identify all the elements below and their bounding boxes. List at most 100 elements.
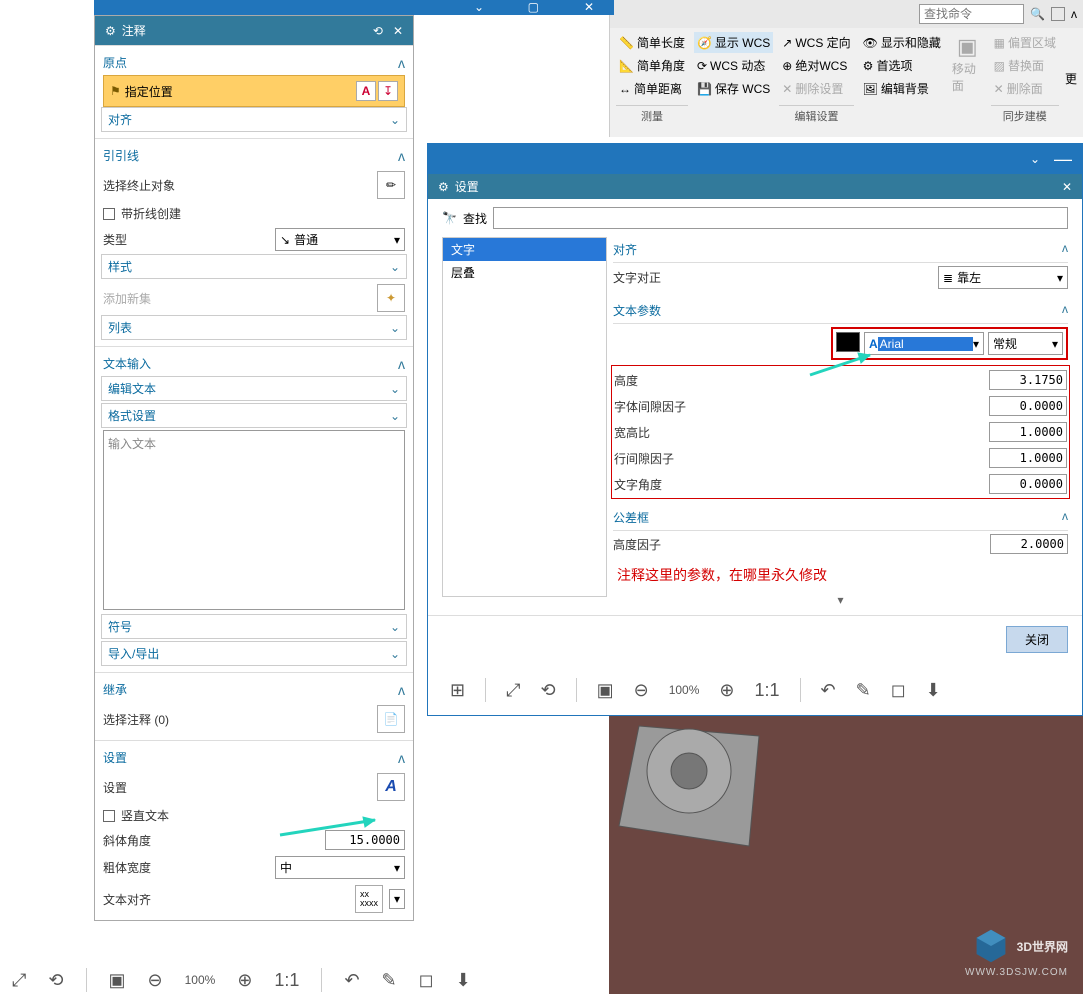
- rotate-icon[interactable]: ⟲: [541, 680, 556, 701]
- refresh-icon[interactable]: ⟲: [373, 24, 383, 38]
- chevron-up-icon[interactable]: ʌ: [1071, 7, 1077, 21]
- watermark: 3D世界网: [973, 928, 1068, 964]
- undo-icon[interactable]: ↶: [344, 970, 359, 991]
- text-a-icon[interactable]: A: [356, 81, 376, 101]
- vertical-text-checkbox[interactable]: [103, 810, 115, 822]
- preferences[interactable]: ⚙首选项: [860, 55, 944, 76]
- edit-settings-group-label: 编辑设置: [779, 105, 853, 124]
- align-dropdown-chev[interactable]: ▾: [389, 889, 405, 909]
- gap-input[interactable]: [989, 396, 1067, 416]
- search-icon[interactable]: 🔍: [1030, 7, 1045, 21]
- close-icon[interactable]: ✕: [1062, 180, 1072, 194]
- wcs-dynamic[interactable]: ⟳WCS 动态: [694, 55, 773, 76]
- aspect-input[interactable]: [989, 422, 1067, 442]
- annotation-panel-title[interactable]: ⚙ 注释 ⟲ ✕: [95, 16, 413, 45]
- save-wcs[interactable]: 💾保存 WCS: [694, 78, 773, 99]
- angle-input[interactable]: [989, 474, 1067, 494]
- note-icon[interactable]: 📄: [377, 705, 405, 733]
- inherit-section-head[interactable]: 继承 ʌ: [103, 677, 405, 702]
- absolute-wcs[interactable]: ⊕绝对WCS: [779, 55, 853, 76]
- tolerance-section-head[interactable]: 公差框ʌ: [613, 505, 1068, 531]
- linegap-input[interactable]: [989, 448, 1067, 468]
- rotate-icon[interactable]: ⟲: [48, 970, 63, 991]
- text-input-area[interactable]: 输入文本: [103, 430, 405, 610]
- justify-select[interactable]: ≣ 靠左 ▾: [938, 266, 1068, 289]
- expand-icon[interactable]: ⤢: [506, 680, 520, 701]
- one-to-one-icon[interactable]: 1:1: [274, 970, 299, 991]
- wcs-orient[interactable]: ↗WCS 定向: [779, 32, 853, 53]
- edit-background[interactable]: 🖼编辑背景: [860, 78, 944, 99]
- crop2-icon[interactable]: ◻: [891, 680, 906, 701]
- show-hide[interactable]: 👁显示和隐藏: [860, 32, 944, 53]
- close-button[interactable]: 关闭: [1006, 626, 1068, 653]
- chevron-down-icon[interactable]: ⌄: [474, 0, 484, 14]
- import-export-dropdown[interactable]: 导入/导出 ⌄: [101, 641, 407, 666]
- window-titlebar[interactable]: ⌄ —: [428, 144, 1082, 174]
- type-select[interactable]: ↘ 普通 ▾: [275, 228, 405, 251]
- align-dropdown[interactable]: 对齐 ⌄: [101, 107, 407, 132]
- origin-section-head[interactable]: 原点 ʌ: [103, 50, 405, 75]
- one-to-one-icon[interactable]: 1:1: [755, 680, 780, 701]
- more-label[interactable]: 更: [1065, 70, 1077, 87]
- tree-item-layer[interactable]: 层叠: [443, 261, 606, 284]
- axis-icon[interactable]: ↧: [378, 81, 398, 101]
- crop-icon[interactable]: ▣: [109, 970, 126, 991]
- minimize-icon[interactable]: —: [1054, 149, 1072, 170]
- edit-text-dropdown[interactable]: 编辑文本 ⌄: [101, 376, 407, 401]
- pick-icon[interactable]: ✏: [377, 171, 405, 199]
- bold-width-select[interactable]: 中 ▾: [275, 856, 405, 879]
- expand-icon[interactable]: ⤢: [12, 970, 26, 991]
- layout-icon[interactable]: [1051, 7, 1065, 21]
- download-icon[interactable]: ⬇: [456, 970, 471, 991]
- guide-section-head[interactable]: 引引线 ʌ: [103, 143, 405, 168]
- zoom-out-icon[interactable]: ⊖: [148, 970, 163, 991]
- break-checkbox[interactable]: [103, 208, 115, 220]
- edit-icon[interactable]: ✎: [856, 680, 871, 701]
- zoom-level-2[interactable]: 100%: [185, 973, 216, 987]
- zoom-level[interactable]: 100%: [669, 683, 700, 697]
- 3d-viewport[interactable]: 3D世界网 WWW.3DSJW.COM: [609, 716, 1083, 994]
- simple-angle[interactable]: 📐简单角度: [616, 55, 688, 76]
- chevron-down-icon[interactable]: ⌄: [1030, 152, 1040, 166]
- simple-distance[interactable]: ↔简单距离: [616, 78, 688, 99]
- zoom-out-icon[interactable]: ⊖: [634, 680, 649, 701]
- text-input-section-head[interactable]: 文本输入 ʌ: [103, 351, 405, 376]
- simple-length[interactable]: 📏简单长度: [616, 32, 688, 53]
- text-params-section-head[interactable]: 文本参数ʌ: [613, 298, 1068, 324]
- command-search-input[interactable]: [919, 4, 1024, 24]
- category-tree[interactable]: 文字 层叠: [442, 237, 607, 597]
- list-dropdown[interactable]: 列表 ⌄: [101, 315, 407, 340]
- bottom-left-toolbar: ⤢ ⟲ ▣ ⊖ 100% ⊕ 1:1 ↶ ✎ ◻ ⬇: [12, 968, 471, 992]
- specify-position-row[interactable]: ⚑ 指定位置 A ↧: [103, 75, 405, 107]
- text-align-icon[interactable]: xxxxxx: [355, 885, 383, 913]
- align-section-head[interactable]: 对齐ʌ: [613, 237, 1068, 263]
- arrow-glyph-icon: ↘: [280, 233, 290, 247]
- add-set-icon[interactable]: ✦: [377, 284, 405, 312]
- style-select[interactable]: 常规 ▾: [988, 332, 1063, 355]
- close-icon[interactable]: ✕: [584, 0, 594, 14]
- grid-icon[interactable]: ⊞: [450, 680, 465, 701]
- tree-item-text[interactable]: 文字: [443, 238, 606, 261]
- symbol-dropdown[interactable]: 符号 ⌄: [101, 614, 407, 639]
- height-factor-input[interactable]: [990, 534, 1068, 554]
- edit-icon[interactable]: ✎: [382, 970, 397, 991]
- crop2-icon[interactable]: ◻: [419, 970, 434, 991]
- settings-a-icon[interactable]: A: [377, 773, 405, 801]
- close-icon[interactable]: ✕: [393, 24, 403, 38]
- chevron-up-icon: ʌ: [398, 356, 405, 372]
- crop-icon[interactable]: ▣: [597, 680, 614, 701]
- chevron-up-icon: ʌ: [398, 750, 405, 766]
- maximize-icon[interactable]: ▢: [528, 0, 539, 14]
- height-input[interactable]: [989, 370, 1067, 390]
- style-dropdown[interactable]: 样式 ⌄: [101, 254, 407, 279]
- color-swatch[interactable]: [836, 332, 860, 352]
- download-icon[interactable]: ⬇: [926, 680, 941, 701]
- settings-section-head[interactable]: 设置 ʌ: [103, 745, 405, 770]
- expand-arrow-icon[interactable]: ▾: [613, 593, 1068, 607]
- find-input[interactable]: [493, 207, 1068, 229]
- undo-icon[interactable]: ↶: [821, 680, 836, 701]
- format-dropdown[interactable]: 格式设置 ⌄: [101, 403, 407, 428]
- show-wcs[interactable]: 🧭显示 WCS: [694, 32, 773, 53]
- zoom-in-icon[interactable]: ⊕: [719, 680, 734, 701]
- zoom-in-icon[interactable]: ⊕: [237, 970, 252, 991]
